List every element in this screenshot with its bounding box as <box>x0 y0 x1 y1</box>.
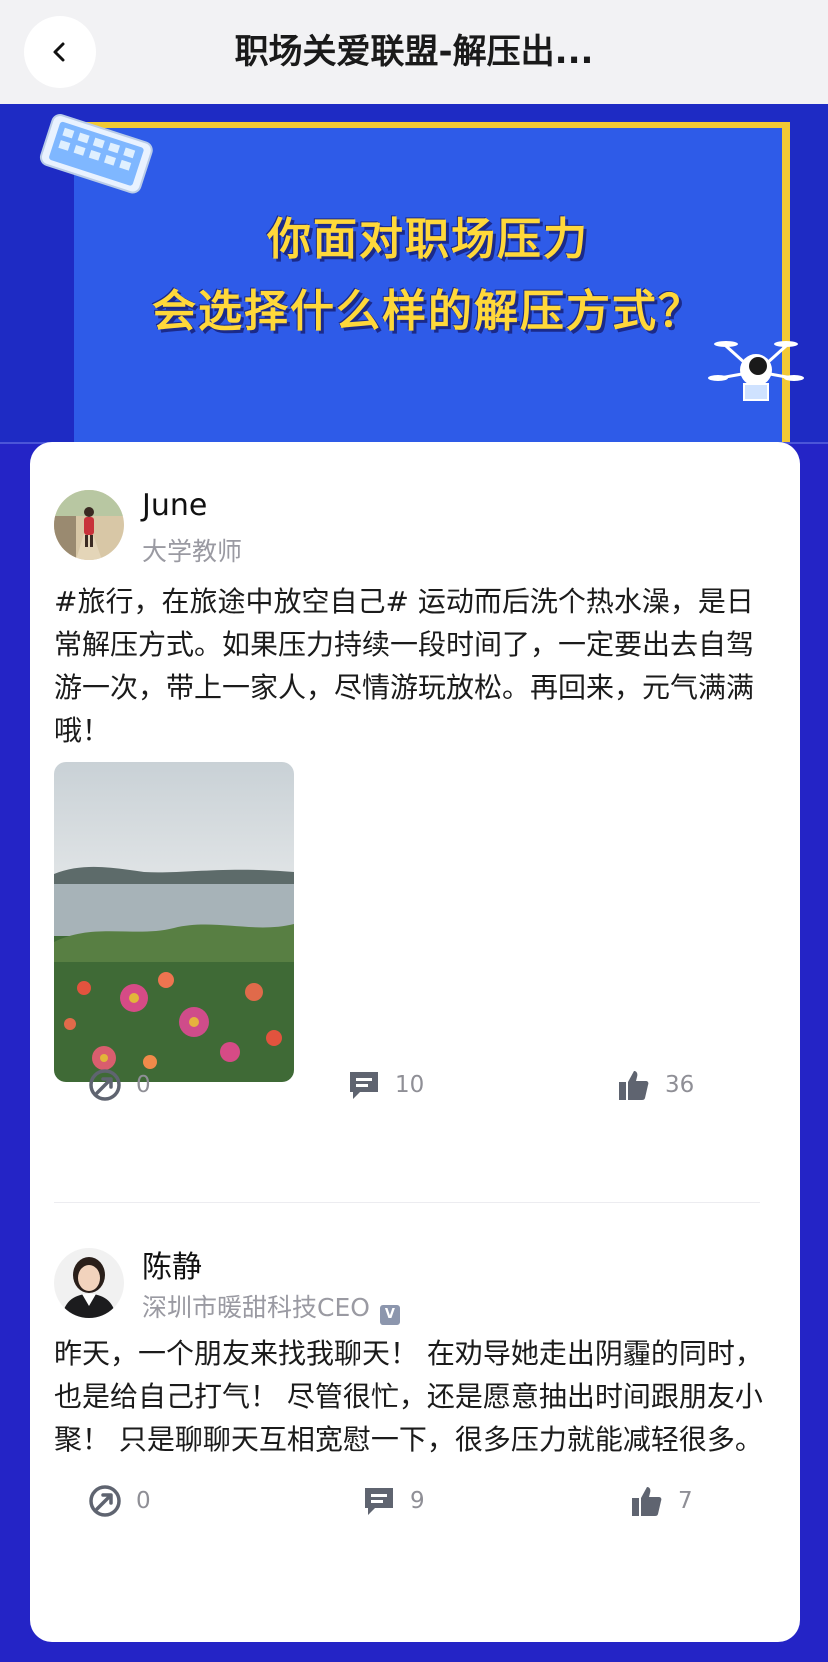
post-item[interactable]: 陈静 深圳市暖甜科技CEO V 昨天，一个朋友来找我聊天！ 在劝导她走出阴霾的同时… <box>30 1202 800 1642</box>
drone-illustration-icon <box>708 341 804 401</box>
topic-banner: 你面对职场压力 会选择什么样的解压方式？ <box>0 104 828 444</box>
post-text: 昨天，一个朋友来找我聊天！ 在劝导她走出阴霾的同时，也是给自己打气！ 尽管很忙，… <box>54 1337 763 1456</box>
top-navigation-bar: 职场关爱联盟-解压出... <box>0 0 828 104</box>
share-button[interactable]: 0 <box>88 1484 151 1518</box>
share-count: 0 <box>136 1488 151 1514</box>
avatar-photo <box>54 1248 124 1318</box>
comment-count: 10 <box>395 1072 425 1098</box>
comment-icon <box>350 1072 378 1099</box>
comment-icon <box>365 1488 393 1515</box>
thumbs-up-icon <box>632 1487 662 1516</box>
author-title: 深圳市暖甜科技CEO <box>142 1293 370 1322</box>
lake-flowers-photo <box>54 762 294 1082</box>
comment-button[interactable]: 9 <box>362 1484 425 1518</box>
post-item[interactable]: June 大学教师 #旅行，在旅途中放空自己# 运动而后洗个热水澡，是日常解压方… <box>30 442 800 1202</box>
share-button[interactable]: 0 <box>88 1068 151 1102</box>
like-button[interactable]: 36 <box>617 1068 694 1102</box>
share-count: 0 <box>136 1072 151 1098</box>
author-title-row: 深圳市暖甜科技CEO V <box>142 1288 400 1325</box>
banner-headline-line2: 会选择什么样的解压方式？ <box>152 286 704 337</box>
back-button[interactable] <box>24 16 96 88</box>
share-icon <box>89 1485 121 1517</box>
author-name[interactable]: June <box>142 488 207 523</box>
avatar[interactable] <box>54 490 124 560</box>
like-button[interactable]: 7 <box>630 1484 693 1518</box>
thumbs-up-icon <box>619 1071 649 1100</box>
comment-count: 9 <box>410 1488 425 1514</box>
phone-illustration-icon <box>39 114 153 194</box>
post-image[interactable] <box>54 762 294 1082</box>
bottom-strip <box>0 1642 828 1662</box>
post-text: #旅行，在旅途中放空自己# 运动而后洗个热水澡，是日常解压方式。如果压力持续一段… <box>54 585 755 747</box>
author-name[interactable]: 陈静 <box>142 1242 202 1286</box>
avatar[interactable] <box>54 1248 124 1318</box>
banner-headline-line1: 你面对职场压力 <box>267 214 589 265</box>
verified-badge-icon: V <box>379 1305 400 1325</box>
page-title: 职场关爱联盟-解压出... <box>234 32 594 72</box>
comment-button[interactable]: 10 <box>347 1068 424 1102</box>
author-title: 大学教师 <box>142 537 243 566</box>
feed-card: June 大学教师 #旅行，在旅途中放空自己# 运动而后洗个热水澡，是日常解压方… <box>30 442 800 1642</box>
avatar-photo <box>54 490 124 560</box>
like-count: 7 <box>678 1488 693 1514</box>
share-icon <box>89 1069 121 1101</box>
chevron-left-icon <box>53 42 65 62</box>
banner-headline: 你面对职场压力 会选择什么样的解压方式？ <box>74 204 782 348</box>
like-count: 36 <box>665 1072 695 1098</box>
